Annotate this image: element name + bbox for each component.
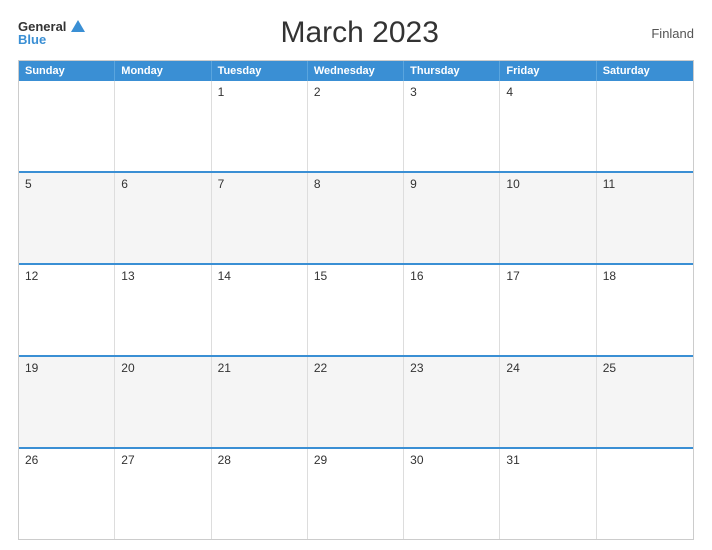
days-header: SundayMondayTuesdayWednesdayThursdayFrid… xyxy=(19,61,693,81)
header: General Blue March 2023 Finland xyxy=(18,16,694,50)
day-number: 11 xyxy=(603,177,615,191)
day-cell-4: 4 xyxy=(500,81,596,171)
day-number: 14 xyxy=(218,269,231,283)
day-cell-9: 9 xyxy=(404,173,500,263)
day-number: 8 xyxy=(314,177,321,191)
day-cell-22: 22 xyxy=(308,357,404,447)
day-cell-empty xyxy=(597,81,693,171)
day-cell-30: 30 xyxy=(404,449,500,539)
day-cell-12: 12 xyxy=(19,265,115,355)
day-number: 5 xyxy=(25,177,32,191)
day-number: 16 xyxy=(410,269,423,283)
day-cell-empty xyxy=(597,449,693,539)
day-number: 15 xyxy=(314,269,327,283)
day-header-friday: Friday xyxy=(500,61,596,81)
day-cell-29: 29 xyxy=(308,449,404,539)
day-cell-17: 17 xyxy=(500,265,596,355)
week-row-3: 19 20 21 22 23 24 25 xyxy=(19,355,693,447)
day-number: 18 xyxy=(603,269,616,283)
day-cell-26: 26 xyxy=(19,449,115,539)
day-cell-14: 14 xyxy=(212,265,308,355)
day-number: 26 xyxy=(25,453,38,467)
day-cell-21: 21 xyxy=(212,357,308,447)
day-cell-13: 13 xyxy=(115,265,211,355)
calendar-title: March 2023 xyxy=(85,16,634,50)
week-row-2: 12 13 14 15 16 17 18 xyxy=(19,263,693,355)
day-cell-11: 11 xyxy=(597,173,693,263)
page: General Blue March 2023 Finland SundayMo… xyxy=(0,0,712,550)
day-cell-27: 27 xyxy=(115,449,211,539)
day-number: 7 xyxy=(218,177,225,191)
week-row-4: 26 27 28 29 30 31 xyxy=(19,447,693,539)
day-header-saturday: Saturday xyxy=(597,61,693,81)
calendar: SundayMondayTuesdayWednesdayThursdayFrid… xyxy=(18,60,694,540)
day-number: 31 xyxy=(506,453,519,467)
day-cell-31: 31 xyxy=(500,449,596,539)
day-number: 24 xyxy=(506,361,519,375)
day-cell-1: 1 xyxy=(212,81,308,171)
logo: General Blue xyxy=(18,20,85,46)
day-cell-3: 3 xyxy=(404,81,500,171)
day-number: 9 xyxy=(410,177,417,191)
day-cell-20: 20 xyxy=(115,357,211,447)
day-header-thursday: Thursday xyxy=(404,61,500,81)
day-cell-10: 10 xyxy=(500,173,596,263)
day-number: 1 xyxy=(218,85,225,99)
day-cell-8: 8 xyxy=(308,173,404,263)
day-cell-23: 23 xyxy=(404,357,500,447)
day-number: 29 xyxy=(314,453,327,467)
day-number: 3 xyxy=(410,85,417,99)
logo-triangle-icon xyxy=(71,20,85,32)
week-row-0: 1 2 3 4 xyxy=(19,81,693,171)
day-cell-empty xyxy=(19,81,115,171)
day-cell-2: 2 xyxy=(308,81,404,171)
day-cell-19: 19 xyxy=(19,357,115,447)
day-number: 4 xyxy=(506,85,513,99)
day-cell-16: 16 xyxy=(404,265,500,355)
week-row-1: 5 6 7 8 9 10 11 xyxy=(19,171,693,263)
day-number: 10 xyxy=(506,177,519,191)
day-number: 13 xyxy=(121,269,134,283)
day-number: 19 xyxy=(25,361,38,375)
day-number: 30 xyxy=(410,453,423,467)
day-number: 27 xyxy=(121,453,134,467)
weeks-container: 1234567891011121314151617181920212223242… xyxy=(19,81,693,539)
day-cell-25: 25 xyxy=(597,357,693,447)
day-number: 6 xyxy=(121,177,128,191)
day-cell-18: 18 xyxy=(597,265,693,355)
country-label: Finland xyxy=(634,26,694,41)
day-header-sunday: Sunday xyxy=(19,61,115,81)
day-number: 25 xyxy=(603,361,616,375)
day-number: 23 xyxy=(410,361,423,375)
day-number: 2 xyxy=(314,85,321,99)
logo-blue-text: Blue xyxy=(18,33,46,46)
day-cell-15: 15 xyxy=(308,265,404,355)
day-number: 28 xyxy=(218,453,231,467)
day-header-tuesday: Tuesday xyxy=(212,61,308,81)
day-number: 12 xyxy=(25,269,38,283)
day-cell-7: 7 xyxy=(212,173,308,263)
day-number: 22 xyxy=(314,361,327,375)
day-cell-28: 28 xyxy=(212,449,308,539)
day-cell-5: 5 xyxy=(19,173,115,263)
day-number: 21 xyxy=(218,361,231,375)
day-cell-24: 24 xyxy=(500,357,596,447)
day-cell-6: 6 xyxy=(115,173,211,263)
day-header-wednesday: Wednesday xyxy=(308,61,404,81)
day-header-monday: Monday xyxy=(115,61,211,81)
day-number: 17 xyxy=(506,269,519,283)
day-number: 20 xyxy=(121,361,134,375)
day-cell-empty xyxy=(115,81,211,171)
